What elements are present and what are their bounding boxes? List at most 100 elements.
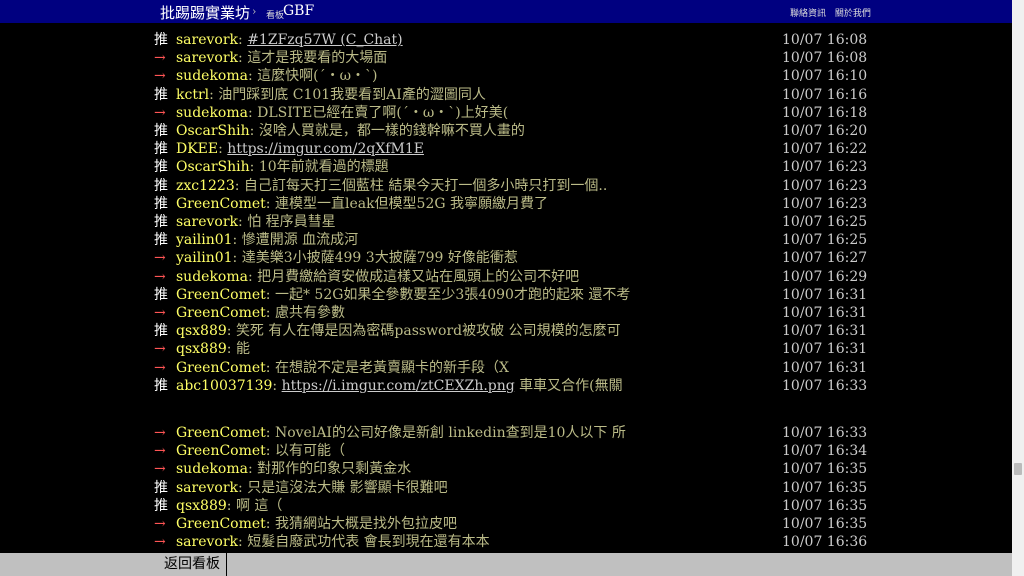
push-time: 10/07 16:27 (782, 250, 868, 267)
push-tag: 推 (154, 323, 168, 340)
push-user: GreenComet (176, 195, 266, 212)
push-colon: : (226, 341, 236, 358)
push-content: 以有可能（ (274, 443, 345, 460)
push-link[interactable]: https://imgur.com/2qXfM1E (227, 141, 424, 157)
push-user: kctrl (176, 86, 210, 103)
push-content: 慮共有參數 (274, 305, 345, 321)
push-time: 10/07 16:31 (782, 341, 868, 358)
push-tag: → (154, 425, 166, 441)
push-tag: → (154, 359, 166, 376)
push-user: sudekoma (176, 268, 248, 285)
push-tag: → (154, 516, 166, 532)
push-content-extra: 車車又合作(無關 (514, 377, 623, 394)
push-row: 推 sarevork: #1ZFzq57W (C_Chat) 10/07 16:08 (154, 31, 867, 49)
push-tag: → (154, 104, 166, 121)
push-user: GreenComet (176, 286, 266, 303)
push-user: OscarShih (176, 159, 250, 176)
push-colon: : (209, 86, 219, 103)
push-time: 10/07 16:31 (782, 323, 868, 340)
push-row: 推 OscarShih: 10年前就看過的標題 10/07 16:23 (154, 158, 867, 176)
push-time: 10/07 16:10 (782, 68, 868, 85)
push-row: 推 qsx889: 笑死 有人在傳是因為密碼password被攻破 公司規模的怎麼… (154, 322, 867, 340)
push-tag: 推 (154, 195, 168, 212)
about-link[interactable]: 關於我們 (835, 9, 871, 19)
board-link[interactable]: GBF (283, 3, 314, 19)
push-user: sarevork (176, 534, 239, 551)
push-colon: : (249, 159, 259, 176)
push-user: sudekoma (176, 461, 248, 478)
push-colon: : (218, 141, 228, 158)
push-tag: 推 (154, 141, 168, 158)
breadcrumb-separator: › (252, 5, 257, 18)
push-user: GreenComet (176, 425, 266, 441)
push-row: → sudekoma: 這麼快啊(´・ω・`) 10/07 16:10 (154, 67, 867, 85)
push-row: 推 sarevork: 怕 程序員彗星 10/07 16:25 (154, 213, 867, 231)
push-time: 10/07 16:23 (782, 177, 868, 194)
push-link[interactable]: https://i.imgur.com/ztCEXZh.png (282, 378, 515, 394)
push-time: 10/07 16:20 (782, 123, 868, 139)
push-colon: : (265, 195, 275, 212)
push-tag: 推 (154, 377, 168, 394)
push-tag: 推 (154, 177, 168, 194)
push-tag: → (154, 50, 166, 67)
push-row: 推 GreenComet: 一起* 52G如果全參數要至少3張4090才跑的起來 … (154, 286, 867, 304)
push-content: 這麼快啊(´・ω・`) (257, 68, 378, 85)
push-user: GreenComet (176, 305, 266, 321)
push-row: → GreenComet: 以有可能（ 10/07 16:34 (154, 442, 867, 460)
push-tag: 推 (154, 159, 168, 176)
push-content: 自己訂每天打三個藍柱 結果今天打一個多小時只打到一個.. (243, 177, 608, 194)
push-time: 10/07 16:08 (782, 32, 868, 48)
push-colon: : (265, 359, 275, 376)
push-user: OscarShih (176, 123, 250, 139)
push-content: 連模型一直leak但模型52G 我寧願繳月費了 (274, 195, 549, 212)
push-colon: : (247, 461, 258, 478)
scrollbar[interactable] (1012, 0, 1024, 576)
push-row: → GreenComet: NovelAI的公司好像是新創 linkedin查到是… (154, 424, 867, 442)
push-row: 推 yailin01: 慘遭開源 血流成河 10/07 16:25 (154, 231, 867, 249)
push-content: NovelAI的公司好像是新創 linkedin查到是10人以下 所 (274, 425, 626, 441)
push-colon: : (249, 123, 259, 139)
push-row: → sarevork: 短髮自廢武功代表 會長到現在還有本本 10/07 16:36 (154, 533, 867, 551)
push-user: sarevork (176, 479, 239, 496)
board-label: 看板 (266, 11, 285, 21)
push-colon: : (238, 50, 248, 67)
push-tag: 推 (154, 214, 168, 230)
contact-link[interactable]: 聯絡資訊 (790, 9, 826, 19)
push-colon: : (226, 497, 236, 514)
push-colon: : (232, 250, 242, 267)
site-logo-link[interactable]: 批踢踢實業坊 (160, 2, 250, 23)
push-content: 一起* 52G如果全參數要至少3張4090才跑的起來 還不考 (274, 286, 631, 303)
push-colon: : (232, 232, 242, 249)
push-content: 能 (235, 341, 250, 358)
push-user: GreenComet (176, 359, 266, 376)
push-time: 10/07 16:33 (782, 425, 868, 441)
top-bar: 批踢踢實業坊 › 看板 GBF 聯絡資訊 關於我們 (0, 0, 1012, 23)
push-colon: : (247, 268, 258, 285)
push-content: 油門踩到底 C101我要看到AI產的澀圖同人 (218, 86, 486, 103)
bottom-bar: 返回看板 (0, 553, 1012, 576)
push-tag: → (154, 534, 166, 551)
push-tag: 推 (154, 32, 168, 48)
push-content: 啊 這（ (235, 497, 283, 514)
push-time: 10/07 16:33 (782, 377, 868, 394)
push-row: 推 qsx889: 啊 這（ 10/07 16:35 (154, 497, 867, 515)
push-time: 10/07 16:16 (782, 86, 868, 103)
push-tag: 推 (154, 497, 168, 514)
back-to-board-button[interactable]: 返回看板 (158, 553, 227, 576)
push-colon: : (238, 479, 248, 496)
push-row: 推 DKEE: https://imgur.com/2qXfM1E 10/07 16… (154, 140, 867, 158)
push-colon: : (238, 32, 248, 48)
push-content: 在想說不定是老黃賣顯卡的新手段（X (274, 359, 509, 376)
push-colon: : (265, 443, 275, 460)
push-content: 怕 程序員彗星 (247, 214, 336, 230)
push-colon: : (265, 516, 275, 532)
push-colon: : (265, 425, 275, 441)
push-user: sudekoma (176, 68, 248, 85)
push-link[interactable]: #1ZFzq57W (C_Chat) (247, 32, 402, 48)
push-row: → sarevork: 這才是我要看的大場面 10/07 16:08 (154, 49, 867, 67)
push-user: yailin01 (176, 232, 233, 249)
push-content: 慘遭開源 血流成河 (241, 232, 359, 249)
scrollbar-thumb[interactable] (1014, 463, 1022, 475)
push-list: 推 sarevork: #1ZFzq57W (C_Chat) 10/07 16:08… (0, 23, 1012, 553)
push-time: 10/07 16:35 (782, 479, 868, 496)
